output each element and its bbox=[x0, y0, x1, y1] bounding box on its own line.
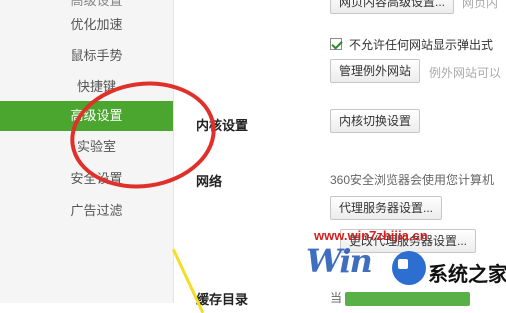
cache-directory-label: 缓存目录 bbox=[196, 292, 249, 307]
network-label: 网络 bbox=[196, 174, 223, 189]
sidebar-item-ad-filter[interactable]: 广告过滤 bbox=[0, 196, 173, 226]
sidebar-item-security[interactable]: 安全设置 bbox=[0, 164, 173, 194]
sidebar-item-advanced[interactable]: 高级设置 bbox=[0, 101, 173, 131]
kernel-settings-label: 内核设置 bbox=[196, 118, 249, 133]
watermark-logo: Win bbox=[306, 242, 373, 280]
block-popups-checkbox[interactable] bbox=[330, 38, 342, 50]
cache-action-button[interactable] bbox=[345, 292, 470, 306]
sidebar-item-optimize[interactable]: 优化加速 bbox=[0, 10, 173, 40]
annotation-arrow bbox=[172, 248, 205, 313]
sidebar-item-labs[interactable]: 实验室 bbox=[0, 132, 173, 162]
manage-exceptions-button[interactable]: 管理例外网站 bbox=[330, 59, 421, 83]
watermark-icon bbox=[392, 251, 426, 285]
kernel-switch-button[interactable]: 内核切换设置 bbox=[330, 109, 421, 133]
web-content-settings-button[interactable]: 网页内容高级设置... bbox=[330, 0, 455, 14]
network-description: 360安全浏览器会使用您计算机 bbox=[330, 173, 495, 187]
watermark-brand: 系统之家 bbox=[428, 264, 506, 286]
settings-sidebar: 高级设置 优化加速 鼠标手势 快捷键 高级设置 实验室 安全设置 广告过滤 bbox=[0, 0, 174, 303]
exceptions-note: 例外网站可以 bbox=[429, 66, 502, 80]
cache-text: 当 bbox=[330, 291, 343, 305]
web-content-note: 网页内 bbox=[462, 0, 499, 10]
sidebar-item-mouse-gestures[interactable]: 鼠标手势 bbox=[0, 41, 173, 71]
sidebar-item-shortcuts[interactable]: 快捷键 bbox=[0, 72, 173, 102]
proxy-settings-button[interactable]: 代理服务器设置... bbox=[330, 196, 443, 220]
block-popups-label: 不允许任何网站显示弹出式 bbox=[349, 38, 494, 52]
watermark-url: www.win7zhijia.cn bbox=[314, 228, 428, 243]
